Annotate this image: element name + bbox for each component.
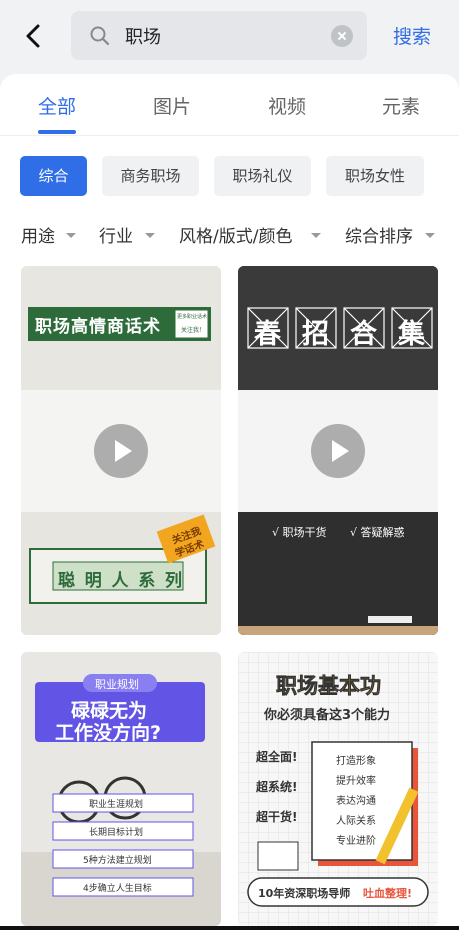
card-3-row: 职业生涯规划 [89, 800, 144, 810]
chip-business[interactable]: 商务职场 [102, 156, 199, 196]
bottom-edge [0, 926, 459, 930]
card-2-item: √ 答疑解惑 [350, 526, 405, 539]
category-chips: 综合 商务职场 职场礼仪 职场女性 [0, 156, 459, 196]
card-2-title-char: 招 [302, 319, 329, 350]
search-icon [90, 26, 110, 46]
filter-style[interactable]: 风格/版式/颜色 [179, 222, 292, 247]
series-char: 明 [84, 571, 102, 591]
series-char: 系 [138, 571, 156, 591]
card-2-title-char: 合 [350, 319, 377, 350]
card-4-left: 超干货! [256, 810, 298, 824]
card-1-banner-text: 职场高情商话术 [35, 317, 161, 337]
card-1-side-text-2: 关注我！ [181, 327, 206, 334]
back-arrow-icon[interactable] [18, 20, 50, 52]
play-icon[interactable] [94, 423, 148, 478]
filter-row: 用途 行业 风格/版式/颜色 综合排序 [0, 222, 459, 248]
caret-down-icon [66, 233, 76, 238]
search-box[interactable]: 职场 [71, 11, 367, 60]
tab-bar: 全部 图片 视频 元素 [0, 74, 459, 136]
filter-usage[interactable]: 用途 [21, 222, 55, 247]
check-item: 人际关系 [336, 816, 376, 827]
card-3-row: 5种方法建立规划 [83, 856, 152, 866]
template-card-1[interactable]: 职场高情商话术 更多职业话术 关注我！ 关注我 学话术 聪 明 人 系 列 [21, 266, 221, 635]
card-3-row: 长期目标计划 [89, 828, 144, 838]
chip-women[interactable]: 职场女性 [326, 156, 424, 196]
card-3-line2: 工作没方向? [55, 722, 162, 744]
tab-videos[interactable]: 视频 [268, 92, 306, 119]
filter-sort[interactable]: 综合排序 [345, 222, 413, 247]
check-item: 提升效率 [336, 776, 376, 787]
card-4-title: 职场基本功 [276, 674, 382, 699]
card-4-left: 超全面! [256, 750, 298, 764]
caret-down-icon [425, 233, 435, 238]
play-icon[interactable] [311, 423, 365, 478]
series-char: 列 [165, 571, 182, 591]
caret-down-icon [311, 233, 321, 238]
card-1-side-text: 更多职业话术 [177, 314, 208, 320]
check-item: 专业进阶 [336, 836, 376, 847]
card-4-footer-a: 10年资深职场导师 [258, 887, 351, 900]
card-2-title-char: 集 [398, 319, 425, 350]
card-4-left: 超系统! [256, 780, 298, 794]
filter-industry[interactable]: 行业 [99, 222, 133, 247]
template-card-2[interactable]: 春 招 合 集 √ 职场干货 √ 答疑解惑 [238, 266, 438, 635]
chip-comprehensive[interactable]: 综合 [20, 156, 87, 196]
search-input[interactable]: 职场 [125, 23, 161, 49]
tab-images[interactable]: 图片 [153, 92, 191, 119]
card-3-row: 4步确立人生目标 [83, 884, 152, 894]
tab-all[interactable]: 全部 [38, 92, 76, 119]
card-4-checklist: 打造形象 提升效率 表达沟通 人际关系 专业进阶 [336, 752, 408, 852]
card-1-series: 聪 明 人 系 列 [58, 566, 182, 591]
caret-down-icon [145, 233, 155, 238]
search-button[interactable]: 搜索 [393, 22, 431, 49]
chip-etiquette[interactable]: 职场礼仪 [214, 156, 311, 196]
template-card-3[interactable]: 职业规划 碌碌无为 工作没方向? 职业生涯规划 长期目标计划 5种方法建立规划 … [21, 652, 221, 926]
check-item: 表达沟通 [336, 796, 376, 807]
top-bar: 职场 搜索 [0, 0, 459, 72]
series-char: 人 [111, 571, 129, 591]
card-4-footer-b: 吐血整理! [363, 887, 413, 900]
tab-elements[interactable]: 元素 [382, 92, 420, 119]
template-card-4[interactable]: 职场基本功 你必须具备这3个能力 超全面! 超系统! 超干货! 打造形象 提升效… [238, 652, 438, 926]
card-3-tag: 职业规划 [95, 678, 139, 691]
card-2-title-char: 春 [254, 319, 281, 350]
check-item: 打造形象 [336, 756, 376, 767]
active-tab-indicator [38, 130, 76, 134]
card-2-item: √ 职场干货 [272, 526, 327, 539]
card-4-subtitle: 你必须具备这3个能力 [264, 708, 391, 723]
clear-icon[interactable] [331, 25, 353, 47]
series-char: 聪 [58, 571, 75, 591]
